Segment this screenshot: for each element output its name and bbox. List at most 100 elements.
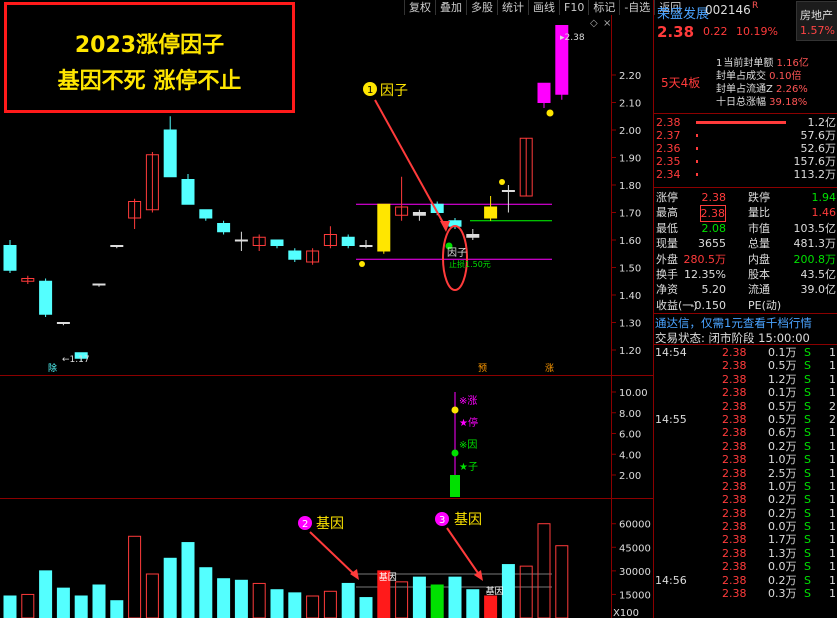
candle-body[interactable] — [377, 203, 391, 252]
volume-bar[interactable] — [163, 557, 177, 618]
toolbar-button-画线[interactable]: 画线 — [528, 0, 559, 15]
diamond-icon[interactable]: ◇ — [590, 18, 598, 29]
seal-row: 封单占成交 0.10倍 — [716, 70, 809, 83]
volume-bar[interactable] — [341, 582, 355, 618]
candle-body[interactable] — [92, 283, 106, 286]
candle-body[interactable] — [163, 129, 177, 178]
trade-count: 1 — [829, 386, 836, 400]
order-price: 2.36 — [656, 142, 681, 155]
volume-bar[interactable] — [199, 567, 213, 618]
stock-name[interactable]: 荣盛发展 — [657, 3, 709, 22]
volume-bar[interactable] — [56, 587, 70, 618]
candle-body[interactable] — [484, 206, 498, 219]
sector-name: 房地产 — [800, 9, 833, 22]
price-tick-label: 1.70 — [619, 209, 641, 220]
volume-bar[interactable] — [501, 564, 515, 618]
toolbar-button-叠加[interactable]: 叠加 — [435, 0, 466, 15]
volume-bar[interactable] — [181, 542, 195, 618]
order-volume: 1.2亿 — [807, 116, 837, 129]
candle-body[interactable] — [181, 179, 195, 205]
volume-bar[interactable] — [110, 600, 124, 618]
candle-body[interactable] — [39, 280, 53, 315]
toolbar-button-F10[interactable]: F10 — [559, 0, 588, 15]
volume-bar[interactable] — [21, 593, 35, 618]
volume-bar[interactable] — [537, 523, 551, 618]
candle-body[interactable] — [359, 245, 373, 247]
candle-body[interactable] — [537, 82, 551, 103]
trade-count: 1 — [829, 439, 836, 453]
trade-count: 1 — [829, 479, 836, 493]
quote-label: 总量 — [748, 237, 770, 251]
volume-bar[interactable] — [466, 589, 480, 618]
candle-body[interactable] — [3, 245, 17, 271]
volume-bar[interactable] — [3, 595, 17, 618]
order-volume: 57.6万 — [800, 129, 837, 142]
volume-bar[interactable] — [252, 582, 266, 618]
volume-bar[interactable] — [74, 595, 88, 618]
price-tick-label: 1.20 — [619, 346, 641, 357]
candle-body[interactable] — [412, 212, 426, 216]
trade-count: 1 — [829, 533, 836, 547]
tick-trades: 14:54 2.38 0.1万 S 1 2.38 0.5万 S 1 2.38 1.2万 S 1 2.38 0… — [654, 346, 837, 600]
volume-bar[interactable] — [555, 545, 569, 618]
candle-body[interactable] — [466, 234, 480, 238]
candle-body[interactable] — [110, 245, 124, 247]
headline-title: 2023涨停因子 — [74, 33, 225, 58]
trade-side: S — [804, 386, 811, 400]
trade-side: S — [804, 426, 811, 440]
price-tick-label: 2.20 — [619, 71, 641, 82]
candle-body[interactable] — [234, 239, 248, 242]
quote-value: 2.38 — [701, 191, 727, 204]
sector-badge[interactable]: 房地产 1.57% — [796, 1, 837, 41]
trade-count: 1 — [829, 587, 836, 601]
toolbar-button-复权[interactable]: 复权 — [404, 0, 435, 15]
ind-tick-label: 6.00 — [619, 430, 641, 441]
candle-body[interactable] — [341, 236, 355, 246]
vol-unit-label: X100 — [613, 608, 639, 618]
order-volume: 157.6万 — [793, 155, 837, 168]
candle-body[interactable] — [501, 190, 515, 192]
order-price: 2.38 — [656, 116, 681, 129]
volume-bar[interactable] — [92, 584, 106, 618]
volume-bar[interactable] — [288, 592, 302, 618]
volume-bar[interactable] — [234, 579, 248, 618]
volume-bar[interactable] — [270, 589, 284, 618]
volume-bar[interactable] — [359, 597, 373, 618]
trade-count: 1 — [829, 453, 836, 467]
toolbar-button-多股[interactable]: 多股 — [466, 0, 497, 15]
price-tick-label: 1.60 — [619, 236, 641, 247]
toolbar-button--自选[interactable]: -自选 — [619, 0, 654, 15]
order-volume-bar — [696, 134, 698, 137]
volume-bar[interactable] — [448, 576, 462, 618]
candle-body[interactable] — [217, 223, 231, 233]
toolbar-button-标记[interactable]: 标记 — [588, 0, 619, 15]
volume-bar[interactable] — [145, 573, 159, 618]
candle-body[interactable] — [56, 322, 70, 324]
volume-bar[interactable] — [430, 584, 444, 618]
seal-label: 当前封单额 — [723, 58, 774, 69]
trade-volume: 0.2万 — [768, 439, 797, 453]
volume-bar[interactable] — [217, 578, 231, 618]
trade-state-value: 闭市阶段 15:00:00 — [708, 331, 810, 345]
volume-bar[interactable] — [306, 595, 320, 618]
volume-bar[interactable] — [128, 535, 142, 618]
toolbar-button-统计[interactable]: 统计 — [497, 0, 528, 15]
close-icon[interactable]: × — [603, 18, 611, 29]
trade-volume: 0.1万 — [768, 346, 797, 359]
quote-value: 200.8万 — [793, 252, 837, 266]
quote-row: 净资 5.20 流通 39.0亿 — [654, 282, 837, 297]
order-volume-bar — [696, 147, 698, 150]
volume-bar[interactable] — [39, 570, 53, 618]
volume-bar[interactable] — [412, 576, 426, 618]
volume-bar[interactable] — [323, 590, 337, 618]
callout-number: 1 — [367, 85, 373, 96]
trade-side: S — [804, 520, 811, 534]
level2-ad-link[interactable]: 通达信，仅需1元查看千档行情 — [655, 315, 812, 331]
quote-row: 收益(一) -0.150 PE(动) — [654, 298, 837, 313]
order-price: 2.37 — [656, 129, 681, 142]
candle-body[interactable] — [288, 250, 302, 260]
candle-body[interactable] — [270, 239, 284, 246]
candle-body[interactable] — [199, 209, 213, 219]
volume-bar[interactable] — [484, 595, 498, 618]
trade-volume: 0.2万 — [768, 493, 797, 507]
